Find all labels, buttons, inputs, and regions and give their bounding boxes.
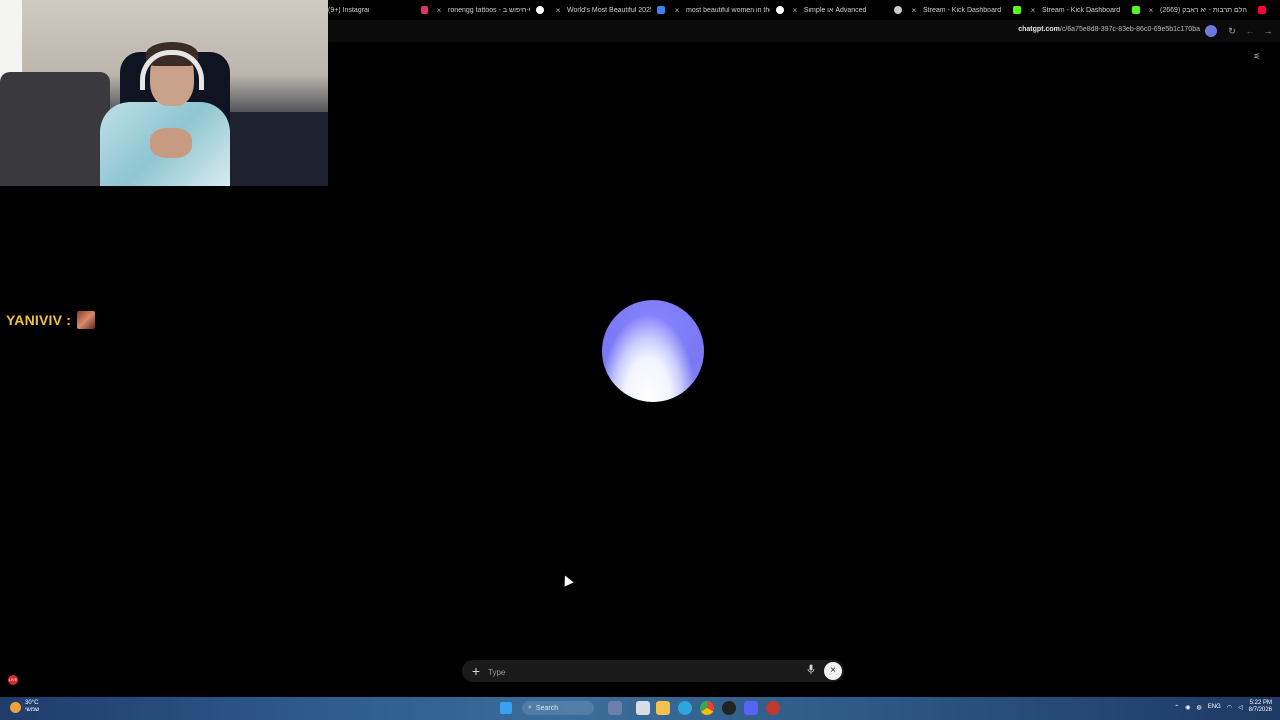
end-voice-button[interactable]: × <box>824 662 842 680</box>
language-indicator[interactable]: ENG <box>1208 704 1221 710</box>
url-field[interactable]: chatgpt.com/c/6a75e8d8-397c-83eb-86c0-69… <box>1018 26 1200 33</box>
mouse-cursor-icon <box>560 573 574 587</box>
tab-kick-dashboard-1[interactable]: × Stream - Kick Dashboard <box>909 0 1021 20</box>
wifi-icon[interactable]: ◠ <box>1227 704 1232 711</box>
webcam-person-hands <box>150 128 192 158</box>
tab-label: World's Most Beautiful 2025 1- <box>567 6 651 14</box>
system-tray: ⌃ ◉ ◍ ENG ◠ ◁ 5:22 PM 8/7/2026 <box>1174 700 1272 714</box>
taskbar-search[interactable]: ⌕ Search <box>522 701 594 715</box>
clock-date: 8/7/2026 <box>1248 707 1272 713</box>
tab-instagram[interactable]: (9+) Instagram <box>328 0 428 20</box>
taskbar-search-label: Search <box>535 704 559 712</box>
reload-icon[interactable]: ↻ <box>1226 25 1238 37</box>
weather-description: שמשי <box>25 707 40 713</box>
search-icon: ⌕ <box>528 704 532 711</box>
clock-time: 5:22 PM <box>1249 700 1272 706</box>
forward-arrow-icon[interactable]: → <box>1262 25 1274 37</box>
close-tab-icon[interactable]: × <box>1028 6 1038 15</box>
kick-favicon-icon <box>1132 6 1140 14</box>
site-favicon-icon <box>657 6 665 14</box>
file-explorer-icon[interactable] <box>656 701 670 715</box>
tab-kick-dashboard-2[interactable]: × Stream - Kick Dashboard <box>1028 0 1140 20</box>
weather-widget[interactable]: 30°C שמשי <box>10 700 39 714</box>
chat-emote-icon <box>77 311 96 329</box>
webcam-sofa <box>0 72 110 186</box>
weather-temperature: 30°C <box>25 700 39 706</box>
youtube-favicon-icon <box>1258 6 1266 14</box>
close-tab-icon[interactable]: × <box>672 6 682 15</box>
volume-icon[interactable]: ◁ <box>1238 704 1243 711</box>
instagram-favicon-icon <box>420 6 428 14</box>
network-icon[interactable]: ◍ <box>1197 704 1202 711</box>
close-tab-icon[interactable]: × <box>553 6 563 15</box>
windows-taskbar: 30°C שמשי ⌕ Search ⌃ ◉ ◍ ENG ◠ ◁ 5:22 PM… <box>0 697 1280 720</box>
tab-simple-advanced[interactable]: × Simple או Advanced <box>790 0 902 20</box>
sun-icon <box>10 701 21 713</box>
live-badge: LIVE <box>8 675 18 685</box>
url-host: chatgpt.com <box>1018 26 1060 33</box>
back-arrow-icon[interactable]: ← <box>1244 25 1256 37</box>
chrome-icon[interactable] <box>700 701 714 715</box>
close-tab-icon[interactable]: × <box>790 6 800 15</box>
windows-start-icon[interactable] <box>500 702 512 714</box>
app-icon[interactable] <box>766 701 780 715</box>
tab-label: (9+) Instagram <box>328 6 369 14</box>
webcam-overlay <box>0 0 328 186</box>
message-input[interactable] <box>486 663 790 681</box>
message-composer: + × <box>462 660 844 682</box>
sliders-icon[interactable]: ⚟ <box>1252 52 1262 62</box>
chat-username: YANIVIV : <box>6 312 72 328</box>
profile-avatar[interactable] <box>1205 25 1217 37</box>
tab-google-search[interactable]: × ronengg tattoos - חיפוש ב-Goo <box>434 0 548 20</box>
tab-label: Simple או Advanced <box>803 6 867 14</box>
edge-icon[interactable] <box>678 701 692 715</box>
tab-label: Stream - Kick Dashboard <box>1042 6 1121 14</box>
url-path: /c/6a75e8d8-397c-83eb-86c0-69e5b1c170ba <box>1059 26 1200 33</box>
tab-youtube[interactable]: × (2669) הלם תרבות - יא ראבק <box>1146 0 1276 20</box>
close-tab-icon[interactable]: × <box>1146 6 1156 15</box>
address-bar: chatgpt.com/c/6a75e8d8-397c-83eb-86c0-69… <box>328 20 1280 42</box>
microphone-icon[interactable] <box>806 664 816 678</box>
add-attachment-button[interactable]: + <box>468 662 484 680</box>
tab-worlds-most-beautiful[interactable]: × World's Most Beautiful 2025 1- <box>553 0 665 20</box>
voice-mode-orb <box>602 300 704 402</box>
chevron-up-icon[interactable]: ⌃ <box>1174 704 1179 711</box>
tab-label: (2669) הלם תרבות - יא ראבק <box>1160 6 1247 14</box>
google-favicon-icon <box>536 6 544 14</box>
task-view-icon[interactable] <box>608 701 622 715</box>
discord-tray-icon[interactable]: ◉ <box>1185 704 1190 711</box>
tab-label: ronengg tattoos - חיפוש ב-Goo <box>448 6 530 14</box>
close-tab-icon[interactable]: × <box>434 6 444 15</box>
close-tab-icon[interactable]: × <box>909 6 919 15</box>
tab-label: most beautiful women in the w <box>686 6 770 14</box>
tab-most-beautiful-women[interactable]: × most beautiful women in the w <box>672 0 784 20</box>
stream-chat-message: YANIVIV : <box>6 311 96 329</box>
discord-icon[interactable] <box>744 701 758 715</box>
tab-label: Stream - Kick Dashboard <box>923 6 1002 14</box>
chatgpt-favicon-icon <box>894 6 902 14</box>
widgets-icon[interactable] <box>636 701 650 715</box>
kick-favicon-icon <box>1013 6 1021 14</box>
obs-icon[interactable] <box>722 701 736 715</box>
google-favicon-icon <box>776 6 784 14</box>
clock[interactable]: 5:22 PM 8/7/2026 <box>1249 700 1272 714</box>
